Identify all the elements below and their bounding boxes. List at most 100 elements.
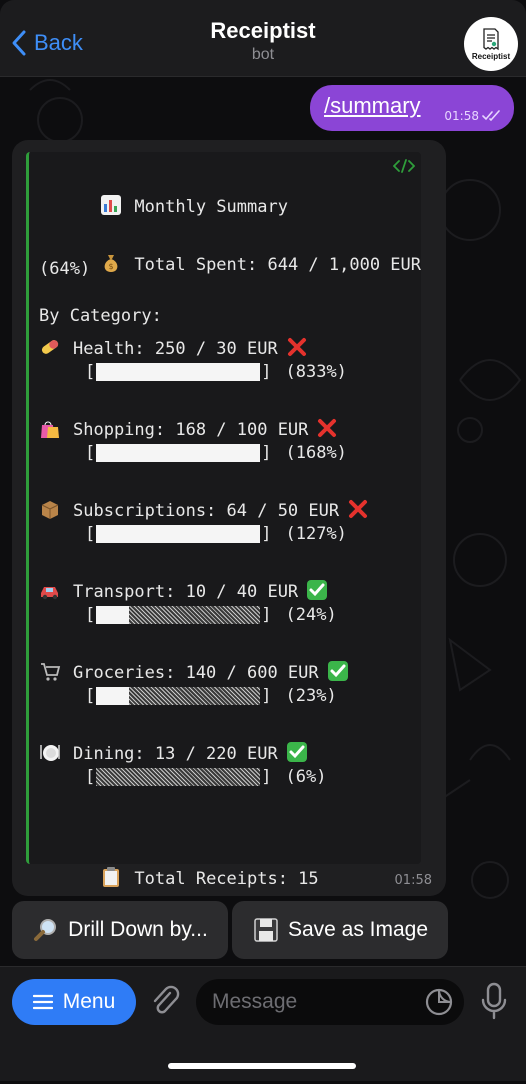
category-label: Groceries: 140 / 600 EUR — [73, 663, 319, 683]
category-percent: (833%) — [285, 362, 347, 382]
outgoing-time: 01:58 — [444, 109, 479, 123]
code-icon[interactable] — [393, 158, 415, 174]
save-as-image-button[interactable]: Save as Image — [232, 901, 448, 959]
category-label: Dining: 13 / 220 EUR — [73, 744, 278, 764]
shopping-bags-emoji-icon — [41, 421, 59, 438]
category-line: Health: 250 / 30 EUR — [39, 336, 308, 359]
avatar-text: Receiptist — [471, 52, 511, 61]
summary-command-link[interactable]: /summary — [324, 93, 421, 119]
bot-avatar[interactable]: Receiptist — [464, 17, 518, 71]
check-mark-icon — [286, 742, 307, 762]
summary-code-block: Monthly Summary $ Total Spent: 644 / 1,0… — [26, 152, 421, 889]
category-progress-bar — [96, 525, 261, 543]
category-label: Subscriptions: 64 / 50 EUR — [73, 501, 340, 521]
bar-bracket-close: ] — [261, 524, 272, 544]
chat-title: Receiptist — [210, 18, 316, 43]
magnifier-icon — [34, 919, 57, 941]
bar-bracket-open: [ — [85, 362, 96, 382]
chat-title-block[interactable]: Receiptist bot — [0, 18, 526, 64]
bar-bracket-close: ] — [261, 443, 272, 463]
sticker-icon[interactable] — [424, 987, 454, 1017]
total-spent-percent: (64%) — [39, 259, 91, 279]
pill-emoji-icon — [41, 340, 59, 354]
category-label: Health: 250 / 30 EUR — [73, 339, 278, 359]
home-indicator — [168, 1063, 356, 1069]
bar-bracket-close: ] — [261, 686, 272, 706]
menu-button[interactable]: Menu — [12, 979, 136, 1025]
package-emoji-icon — [41, 501, 59, 519]
progress-track — [96, 768, 261, 786]
category-progress-row: [] (23%) — [85, 686, 337, 706]
chat-header: Back Receiptist bot Receiptist — [0, 0, 526, 77]
svg-text:$: $ — [109, 262, 114, 271]
outgoing-meta: 01:58 — [444, 109, 502, 123]
total-receipts-text: Total Receipts: 15 — [134, 869, 319, 889]
category-percent: (168%) — [285, 443, 347, 463]
cross-mark-icon — [287, 338, 306, 356]
category-progress-bar — [96, 687, 261, 705]
bar-bracket-open: [ — [85, 767, 96, 787]
category-percent: (23%) — [285, 686, 337, 706]
car-emoji-icon — [41, 587, 58, 600]
clipboard-emoji-icon — [103, 867, 120, 887]
category-label: Transport: 10 / 40 EUR — [73, 582, 299, 602]
category-progress-row: [] (168%) — [85, 443, 347, 463]
bar-bracket-close: ] — [261, 767, 272, 787]
bar-bracket-open: [ — [85, 524, 96, 544]
category-progress-row: [] (24%) — [85, 605, 337, 625]
receipt-icon — [483, 28, 499, 51]
category-percent: (6%) — [285, 767, 327, 787]
check-mark-icon — [327, 661, 348, 681]
category-progress-row: [] (6%) — [85, 767, 326, 787]
money-bag-emoji-icon: $ — [105, 255, 118, 272]
floppy-disk-icon — [254, 918, 278, 942]
outgoing-message-bubble: /summary 01:58 — [310, 85, 514, 131]
bar-bracket-open: [ — [85, 605, 96, 625]
summary-title-line: Monthly Summary — [39, 174, 288, 237]
summary-title: Monthly Summary — [134, 197, 288, 217]
bar-bracket-open: [ — [85, 686, 96, 706]
menu-label: Menu — [62, 990, 116, 1013]
paperclip-icon[interactable] — [148, 983, 182, 1019]
progress-fill — [96, 444, 261, 462]
progress-fill — [96, 525, 261, 543]
category-line: Dining: 13 / 220 EUR — [39, 741, 308, 764]
progress-fill — [96, 363, 261, 381]
double-check-icon — [482, 110, 500, 122]
by-category-heading: By Category: — [39, 306, 162, 326]
bar-bracket-open: [ — [85, 443, 96, 463]
hamburger-icon — [32, 994, 53, 1010]
drill-down-button[interactable]: Drill Down by... — [12, 901, 228, 959]
total-spent-line: $ Total Spent: 644 / 1,000 EUR — [39, 232, 421, 295]
chat-subtitle: bot — [251, 46, 275, 63]
category-progress-row: [] (127%) — [85, 524, 347, 544]
category-progress-row: [] (833%) — [85, 362, 347, 382]
category-label: Shopping: 168 / 100 EUR — [73, 420, 309, 440]
category-progress-bar — [96, 606, 261, 624]
message-composer: Menu — [0, 966, 526, 1081]
progress-fill — [96, 687, 130, 705]
microphone-icon[interactable] — [478, 981, 510, 1021]
category-line: Groceries: 140 / 600 EUR — [39, 660, 349, 683]
category-progress-bar — [96, 768, 261, 786]
cross-mark-icon — [318, 419, 337, 437]
category-line: Transport: 10 / 40 EUR — [39, 579, 328, 602]
total-spent-text: Total Spent: 644 / 1,000 EUR — [134, 255, 421, 275]
category-progress-bar — [96, 444, 261, 462]
category-progress-bar — [96, 363, 261, 381]
bar-bracket-close: ] — [261, 362, 272, 382]
cross-mark-icon — [349, 500, 368, 518]
progress-fill — [96, 606, 130, 624]
total-receipts-line: Total Receipts: 15 — [39, 846, 319, 909]
plate-emoji-icon — [40, 745, 60, 761]
incoming-time: 01:58 — [394, 873, 432, 888]
shopping-cart-emoji-icon — [41, 663, 61, 681]
category-percent: (127%) — [285, 524, 347, 544]
category-line: Subscriptions: 64 / 50 EUR — [39, 498, 369, 521]
bar-bracket-close: ] — [261, 605, 272, 625]
category-line: Shopping: 168 / 100 EUR — [39, 417, 338, 440]
category-percent: (24%) — [285, 605, 337, 625]
bar-chart-emoji-icon — [101, 195, 122, 215]
save-as-image-label: Save as Image — [287, 918, 429, 941]
incoming-message-bubble: Monthly Summary $ Total Spent: 644 / 1,0… — [12, 140, 446, 896]
